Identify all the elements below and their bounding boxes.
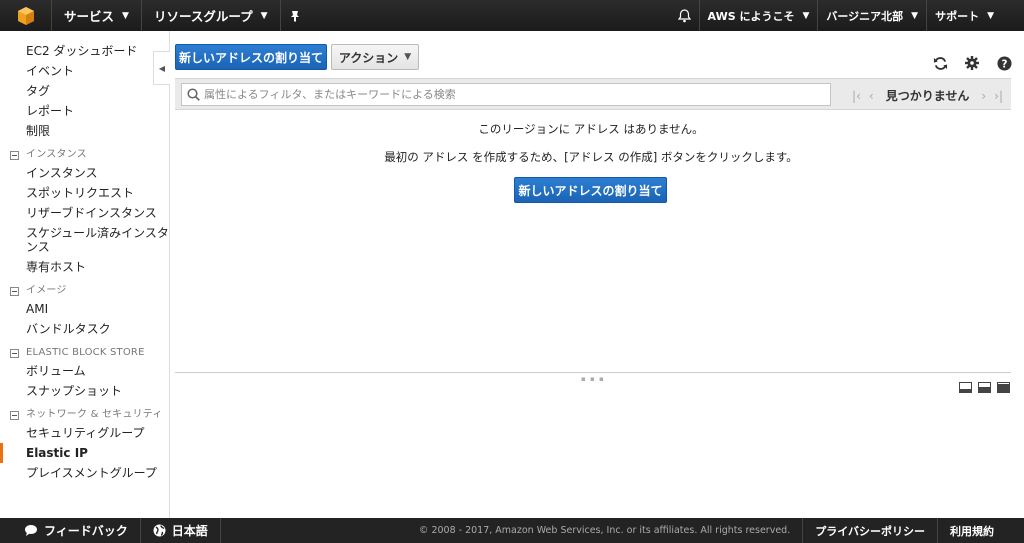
main-content: 新しいアドレスの割り当て アクション ▼ ? |‹ ‹ 見つかりません › ›| xyxy=(171,31,1024,518)
collapse-icon xyxy=(10,286,19,296)
sidebar-item-dedicated-hosts[interactable]: 専有ホスト xyxy=(0,257,169,277)
sidebar-item-spot-requests[interactable]: スポットリクエスト xyxy=(0,183,169,203)
allocate-address-button[interactable]: 新しいアドレスの割り当て xyxy=(175,44,327,70)
aws-cube-icon[interactable] xyxy=(0,0,52,31)
drag-handle-icon[interactable]: ▪ ▪ ▪ xyxy=(581,375,605,383)
language-selector[interactable]: 日本語 xyxy=(141,518,221,543)
sidebar-section-network-security[interactable]: ネットワーク & セキュリティ xyxy=(0,401,169,423)
sidebar: EC2 ダッシュボード イベント タグ レポート 制限 インスタンス インスタン… xyxy=(0,31,170,518)
previous-page-icon[interactable]: ‹ xyxy=(869,89,874,103)
services-menu[interactable]: サービス ▼ xyxy=(52,0,142,31)
empty-state-message: このリージョンに アドレス はありません。 xyxy=(478,122,704,136)
toolbar-icons: ? xyxy=(932,55,1012,71)
resource-groups-label: リソースグループ xyxy=(153,9,253,24)
sidebar-item-security-groups[interactable]: セキュリティグループ xyxy=(0,423,169,443)
bell-icon[interactable] xyxy=(670,0,700,31)
panel-bottom-small-icon[interactable] xyxy=(959,382,972,393)
chevron-down-icon: ▼ xyxy=(987,10,994,21)
sidebar-item-instances[interactable]: インスタンス xyxy=(0,163,169,183)
last-page-icon[interactable]: ›| xyxy=(994,89,1003,103)
sidebar-section-label: ELASTIC BLOCK STORE xyxy=(26,347,145,358)
sidebar-item-reports[interactable]: レポート xyxy=(0,101,169,121)
feedback-link[interactable]: フィードバック xyxy=(0,518,141,543)
support-menu[interactable]: サポート ▼ xyxy=(927,0,1024,31)
help-icon[interactable]: ? xyxy=(996,55,1012,71)
search-input[interactable] xyxy=(204,88,824,101)
first-page-icon[interactable]: |‹ xyxy=(852,89,861,103)
actions-label: アクション xyxy=(338,50,399,65)
sidebar-item-ec2-dashboard[interactable]: EC2 ダッシュボード xyxy=(0,41,169,61)
collapse-icon xyxy=(10,348,19,358)
panel-layout-icons xyxy=(959,382,1010,393)
terms-link[interactable]: 利用規約 xyxy=(937,518,1024,543)
pagination-status: 見つかりません xyxy=(885,89,970,103)
next-page-icon[interactable]: › xyxy=(981,89,986,103)
search-box xyxy=(181,83,831,106)
account-menu[interactable]: AWS にようこそ ▼ xyxy=(700,0,819,31)
language-label: 日本語 xyxy=(171,524,208,538)
pin-icon[interactable] xyxy=(281,0,309,31)
feedback-label: フィードバック xyxy=(44,524,128,538)
chevron-down-icon: ▼ xyxy=(404,52,412,62)
region-label: バージニア北部 xyxy=(826,9,904,23)
collapse-icon xyxy=(10,150,19,160)
empty-state-allocate-button[interactable]: 新しいアドレスの割り当て xyxy=(514,177,667,203)
sidebar-item-placement-groups[interactable]: プレイスメントグループ xyxy=(0,463,169,483)
sidebar-section-images[interactable]: イメージ xyxy=(0,277,169,299)
sidebar-item-ami[interactable]: AMI xyxy=(0,299,169,319)
sidebar-item-scheduled-instances[interactable]: スケジュール済みインスタンス xyxy=(0,223,169,257)
globe-icon xyxy=(153,524,166,537)
chevron-down-icon: ▼ xyxy=(911,10,919,21)
sidebar-item-limits[interactable]: 制限 xyxy=(0,121,169,141)
sidebar-item-events[interactable]: イベント xyxy=(0,61,169,81)
sidebar-item-snapshots[interactable]: スナップショット xyxy=(0,381,169,401)
support-label: サポート xyxy=(935,9,980,23)
sidebar-item-bundle-tasks[interactable]: バンドルタスク xyxy=(0,319,169,339)
sidebar-section-label: インスタンス xyxy=(26,149,87,160)
panel-bottom-large-icon[interactable] xyxy=(997,382,1010,393)
sidebar-collapse-button[interactable]: ◀ xyxy=(153,51,170,85)
privacy-policy-link[interactable]: プライバシーポリシー xyxy=(802,518,937,543)
top-navigation: サービス ▼ リソースグループ ▼ AWS にようこそ ▼ バージニア北部 ▼ … xyxy=(0,0,1024,31)
pane-splitter[interactable] xyxy=(175,372,1011,373)
chevron-down-icon: ▼ xyxy=(802,10,810,21)
chevron-down-icon: ▼ xyxy=(260,10,268,21)
sidebar-item-reserved-instances[interactable]: リザーブドインスタンス xyxy=(0,203,169,223)
sidebar-section-ebs[interactable]: ELASTIC BLOCK STORE xyxy=(0,339,169,361)
sidebar-section-label: イメージ xyxy=(26,285,67,296)
region-menu[interactable]: バージニア北部 ▼ xyxy=(818,0,928,31)
chevron-left-icon: ◀ xyxy=(158,63,166,73)
copyright-text: © 2008 - 2017, Amazon Web Services, Inc.… xyxy=(418,525,791,536)
svg-text:?: ? xyxy=(1001,58,1007,70)
footer: フィードバック 日本語 © 2008 - 2017, Amazon Web Se… xyxy=(0,518,1024,543)
speech-bubble-icon xyxy=(25,525,37,536)
sidebar-item-tags[interactable]: タグ xyxy=(0,81,169,101)
resource-groups-menu[interactable]: リソースグループ ▼ xyxy=(142,0,281,31)
empty-state-hint: 最初の アドレス を作成するため、[アドレス の作成] ボタンをクリックします。 xyxy=(384,150,798,164)
actions-dropdown[interactable]: アクション ▼ xyxy=(331,44,419,70)
gear-icon[interactable] xyxy=(964,55,980,71)
chevron-down-icon: ▼ xyxy=(122,10,129,21)
panel-bottom-half-icon[interactable] xyxy=(978,382,991,393)
sidebar-item-elastic-ip[interactable]: Elastic IP xyxy=(0,443,169,463)
top-navigation-right: AWS にようこそ ▼ バージニア北部 ▼ サポート ▼ xyxy=(670,0,1024,31)
sidebar-section-instances[interactable]: インスタンス xyxy=(0,141,169,163)
services-label: サービス xyxy=(64,9,115,24)
filter-bar: |‹ ‹ 見つかりません › ›| xyxy=(175,78,1011,110)
sidebar-item-volumes[interactable]: ボリューム xyxy=(0,361,169,381)
pagination: |‹ ‹ 見つかりません › ›| xyxy=(852,87,1003,104)
collapse-icon xyxy=(10,410,19,420)
sidebar-section-label: ネットワーク & セキュリティ xyxy=(26,409,163,420)
refresh-icon[interactable] xyxy=(932,55,948,71)
search-icon xyxy=(187,88,200,101)
account-label: AWS にようこそ xyxy=(707,9,795,23)
